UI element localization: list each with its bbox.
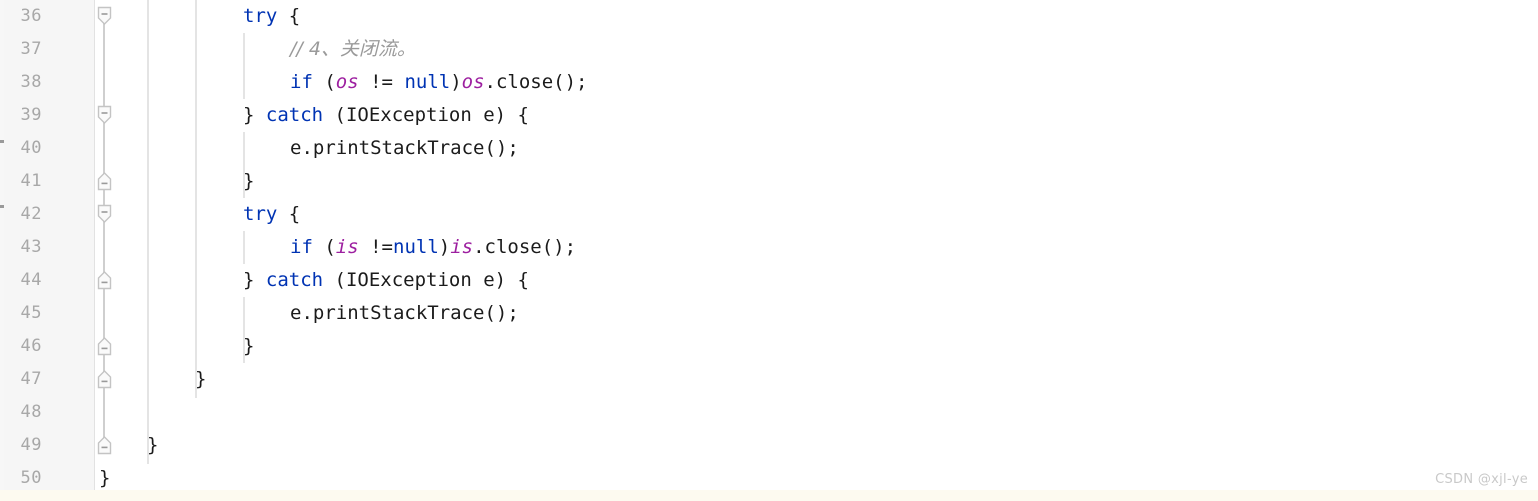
code-token-comment: // 4、关闭流。: [290, 38, 416, 60]
code-line[interactable]: e.printStackTrace();: [290, 297, 519, 330]
editor-bottom-strip: [0, 490, 1538, 501]
line-number[interactable]: 45: [0, 297, 42, 330]
code-line[interactable]: } catch (IOException e) {: [243, 264, 529, 297]
fold-rail-segment: [103, 16, 105, 116]
code-line[interactable]: }: [243, 330, 254, 363]
code-token-plain: ): [450, 71, 462, 93]
code-token-plain: {: [277, 5, 301, 27]
line-number[interactable]: 42: [0, 198, 42, 231]
fold-end-marker[interactable]: [95, 434, 114, 456]
fold-collapse-marker[interactable]: [95, 104, 114, 126]
indent-guide: [243, 231, 245, 264]
code-line[interactable]: if (is !=null)is.close();: [290, 231, 576, 264]
code-token-var: os: [335, 71, 359, 93]
code-token-plain: e.printStackTrace();: [290, 137, 519, 159]
code-line[interactable]: }: [147, 429, 158, 462]
line-number[interactable]: 36: [0, 0, 42, 33]
code-token-keyword: if: [290, 71, 313, 93]
line-number[interactable]: 40: [0, 132, 42, 165]
code-line[interactable]: }: [243, 165, 254, 198]
code-line[interactable]: try {: [243, 198, 300, 231]
code-token-plain: (IOException e) {: [323, 104, 529, 126]
line-number[interactable]: 39: [0, 99, 42, 132]
code-token-keyword: null: [393, 236, 439, 258]
code-token-keyword: if: [290, 236, 313, 258]
fold-end-marker[interactable]: [95, 368, 114, 390]
code-token-plain: }: [243, 104, 266, 126]
line-number[interactable]: 49: [0, 429, 42, 462]
csdn-watermark: CSDN @xjl-ye: [1435, 472, 1528, 487]
code-line[interactable]: if (os != null)os.close();: [290, 66, 588, 99]
code-editor[interactable]: 36 37 38 39 40 41 42 43 44 45 46 47 48 49 50 try { // 4…: [0, 0, 1538, 501]
fold-collapse-marker[interactable]: [95, 5, 114, 27]
code-line[interactable]: // 4、关闭流。: [290, 33, 416, 66]
fold-end-marker[interactable]: [95, 335, 114, 357]
code-line[interactable]: } catch (IOException e) {: [243, 99, 529, 132]
code-token-plain: !=: [358, 236, 393, 258]
code-token-keyword: try: [243, 203, 278, 225]
fold-end-marker[interactable]: [95, 170, 114, 192]
line-number[interactable]: 41: [0, 165, 42, 198]
line-number[interactable]: 46: [0, 330, 42, 363]
code-token-keyword: null: [404, 71, 451, 93]
code-token-var: is: [335, 236, 359, 258]
code-token-plain: }: [243, 335, 255, 357]
code-content-area[interactable]: try {// 4、关闭流。 if (os != null)os.close();…: [99, 0, 1538, 501]
code-token-plain: !=: [358, 71, 405, 93]
line-number[interactable]: 44: [0, 264, 42, 297]
code-token-var: is: [450, 236, 474, 258]
code-token-plain: }: [195, 368, 207, 390]
code-line[interactable]: }: [195, 363, 206, 396]
indent-guide: [243, 33, 245, 99]
code-line[interactable]: try {: [243, 0, 300, 33]
code-line[interactable]: e.printStackTrace();: [290, 132, 519, 165]
fold-collapse-marker[interactable]: [95, 203, 114, 225]
code-token-plain: ): [438, 236, 451, 258]
code-token-plain: (IOException e) {: [323, 269, 529, 291]
line-number[interactable]: 43: [0, 231, 42, 264]
line-number[interactable]: 37: [0, 33, 42, 66]
code-token-plain: (: [312, 71, 336, 93]
code-token-plain: .close();: [484, 71, 588, 93]
code-token-plain: }: [243, 170, 255, 192]
fold-end-marker[interactable]: [95, 269, 114, 291]
code-token-var: os: [461, 71, 485, 93]
code-token-keyword: catch: [265, 269, 324, 291]
code-token-plain: }: [99, 467, 111, 489]
code-token-keyword: catch: [265, 104, 324, 126]
code-folding-ribbon[interactable]: [95, 0, 115, 501]
line-number[interactable]: 48: [0, 396, 42, 429]
line-number-gutter[interactable]: 36 37 38 39 40 41 42 43 44 45 46 47 48 49 50: [4, 0, 95, 501]
code-token-plain: {: [277, 203, 301, 225]
indent-guide: [147, 0, 149, 464]
line-number[interactable]: 47: [0, 363, 42, 396]
code-token-plain: e.printStackTrace();: [290, 302, 519, 324]
line-number[interactable]: 38: [0, 66, 42, 99]
code-token-plain: .close();: [473, 236, 577, 258]
code-token-keyword: try: [243, 5, 278, 27]
indent-guide: [195, 0, 197, 398]
code-token-plain: }: [147, 434, 159, 456]
code-token-plain: (: [312, 236, 336, 258]
code-token-plain: }: [243, 269, 266, 291]
